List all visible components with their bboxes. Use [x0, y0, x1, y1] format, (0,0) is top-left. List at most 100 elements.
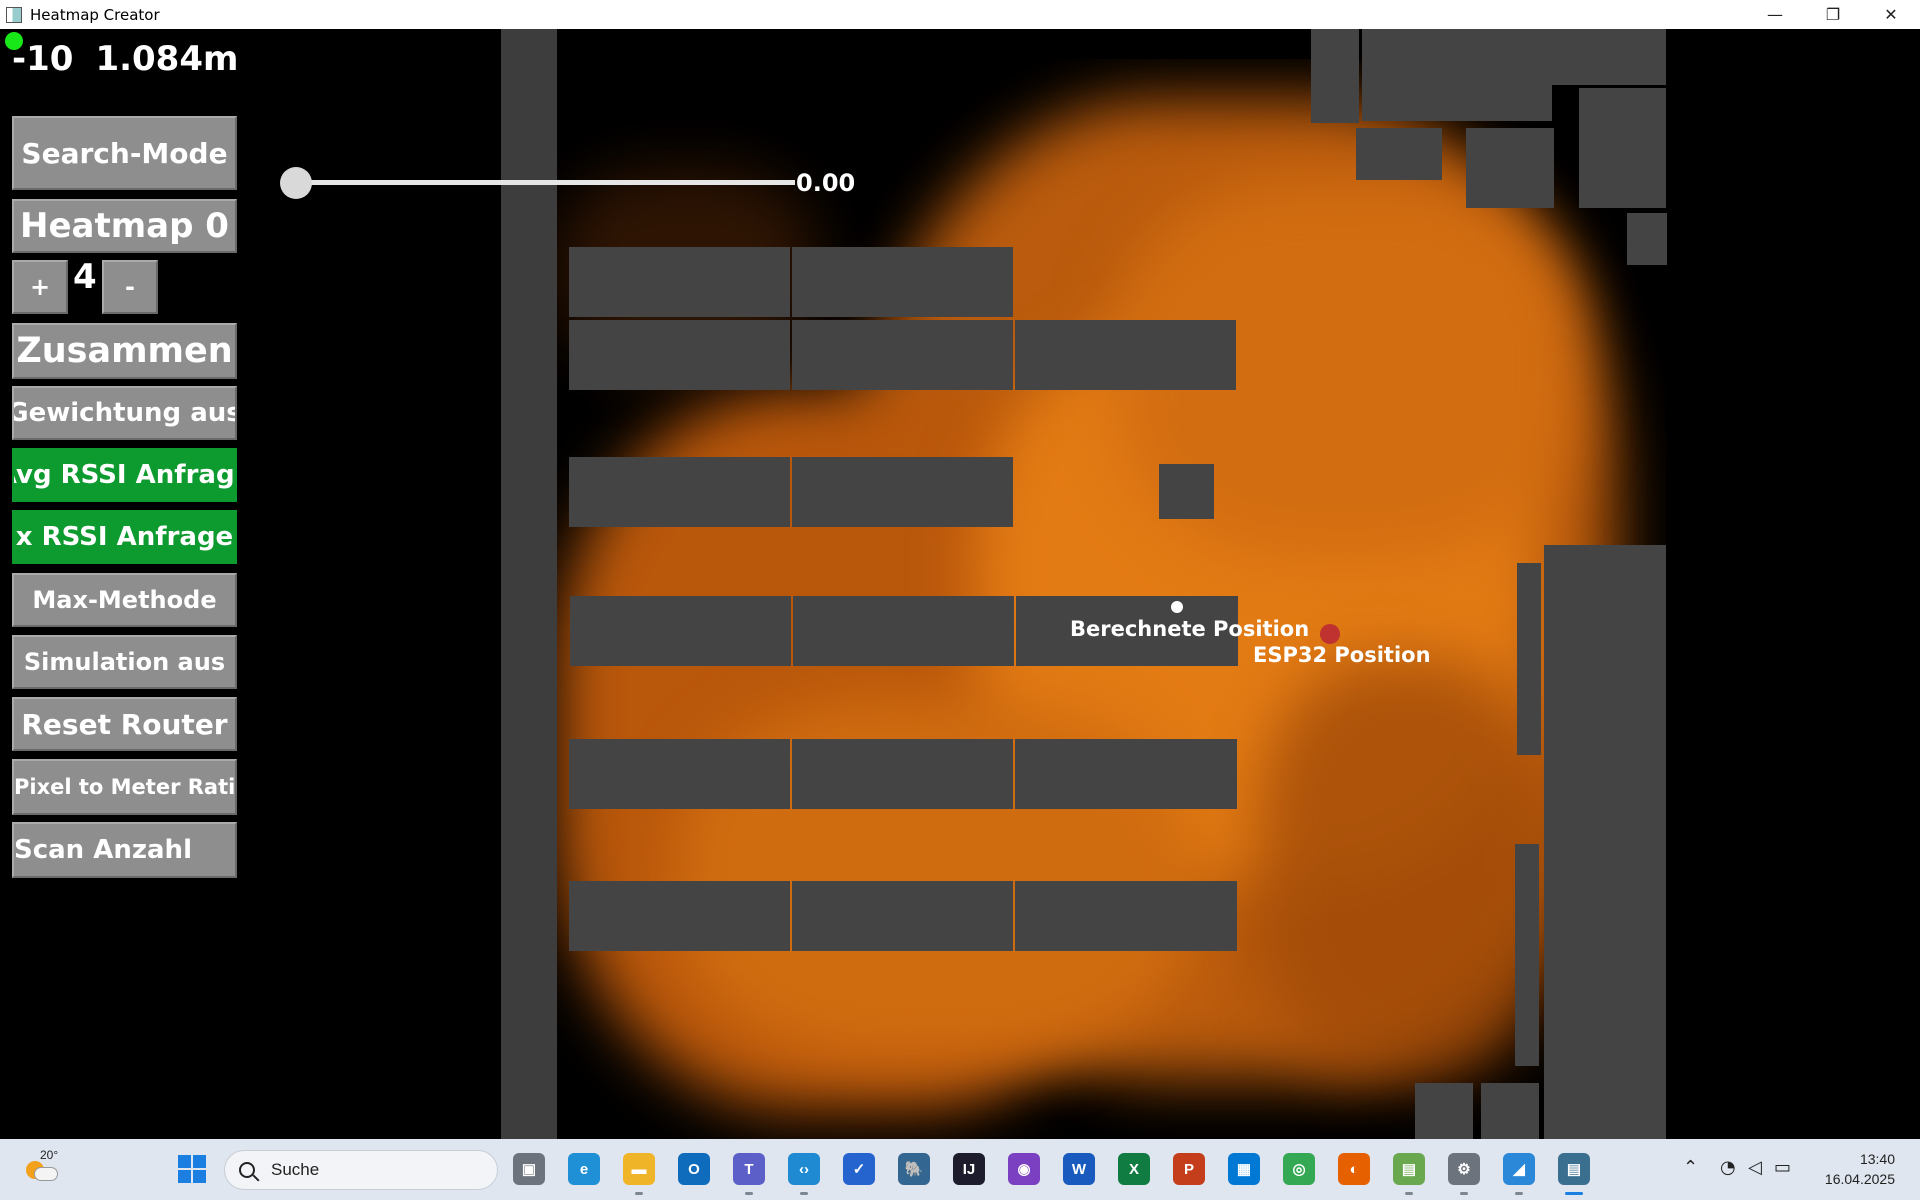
shelf [792, 457, 1013, 527]
shelf [569, 320, 790, 390]
weather-temperature: 20° [40, 1148, 59, 1162]
zusammen-button[interactable]: Zusammen [12, 323, 237, 379]
search-icon [239, 1162, 255, 1178]
close-button[interactable]: ✕ [1862, 0, 1920, 29]
excel-icon[interactable]: X [1118, 1153, 1150, 1185]
running-indicator [1565, 1192, 1583, 1195]
gewichtung-button[interactable]: Gewichtung aus [12, 386, 237, 440]
slider-handle[interactable] [280, 167, 312, 199]
shelf [569, 457, 790, 527]
search-mode-button[interactable]: Search-Mode [12, 116, 237, 190]
taskbar-clock[interactable]: 13:40 16.04.2025 [1825, 1149, 1895, 1189]
github-desktop-icon[interactable]: ◉ [1008, 1153, 1040, 1185]
running-indicator [1405, 1192, 1413, 1195]
esp32-position-label: ESP32 Position [1253, 643, 1431, 667]
room-block [1356, 128, 1442, 180]
scan-anzahl-button[interactable]: Scan Anzahl [12, 822, 237, 878]
file-explorer-icon[interactable]: ▬ [623, 1153, 655, 1185]
app-icon [6, 6, 22, 23]
clock-time: 13:40 [1859, 1151, 1895, 1167]
reset-router-button[interactable]: Reset Router [12, 697, 237, 751]
shelf [569, 739, 790, 809]
computed-position-label: Berechnete Position [1070, 617, 1310, 641]
taskbar-search-input[interactable]: Suche [224, 1150, 498, 1190]
battery-icon[interactable]: ▭ [1774, 1157, 1791, 1178]
column [1515, 844, 1539, 1066]
show-hidden-icons-icon[interactable]: ⌃ [1683, 1157, 1698, 1178]
firefox-icon[interactable]: ◐ [1338, 1153, 1370, 1185]
shelf [793, 596, 1014, 666]
teams-icon[interactable]: T [733, 1153, 765, 1185]
windows-start-icon[interactable] [178, 1155, 206, 1183]
x-rssi-button[interactable]: x RSSI Anfrage [12, 510, 237, 564]
running-indicator [745, 1192, 753, 1195]
shelf [792, 881, 1013, 951]
shelf [1015, 881, 1237, 951]
running-indicator [635, 1192, 643, 1195]
shelf [569, 881, 790, 951]
shelf [792, 247, 1013, 317]
vscode-icon[interactable]: ‹› [788, 1153, 820, 1185]
window-title: Heatmap Creator [30, 5, 160, 24]
room-block [1466, 128, 1554, 208]
room-block [1415, 1083, 1473, 1139]
photo-editor-icon[interactable]: ◢ [1503, 1153, 1535, 1185]
volume-icon[interactable]: ◁ [1748, 1157, 1762, 1178]
heatmap-creator-icon[interactable]: ▤ [1558, 1153, 1590, 1185]
intellij-icon[interactable]: IJ [953, 1153, 985, 1185]
esp32-position-marker [1320, 624, 1340, 644]
slider-track[interactable] [295, 180, 795, 185]
room-block [1362, 29, 1552, 121]
task-view-icon[interactable]: ▣ [513, 1153, 545, 1185]
map-app-icon[interactable]: ▤ [1393, 1153, 1425, 1185]
shelf [792, 320, 1013, 390]
wifi-icon[interactable]: ◔ [1720, 1157, 1736, 1178]
computed-position-marker [1171, 601, 1183, 613]
slider-value: 0.00 [796, 169, 856, 197]
decrement-button[interactable]: - [102, 260, 158, 314]
increment-button[interactable]: + [12, 260, 68, 314]
window-controls: — ❐ ✕ [1746, 0, 1920, 29]
chrome-icon[interactable]: ◎ [1283, 1153, 1315, 1185]
avg-rssi-button[interactable]: Avg RSSI Anfrage [12, 448, 237, 502]
pixel-ratio-button[interactable]: Pixel to Meter Ratio [12, 759, 237, 815]
title-bar: Heatmap Creator — ❐ ✕ [0, 0, 1920, 29]
count-value: 4 [73, 257, 97, 297]
shelf [569, 247, 790, 317]
word-icon[interactable]: W [1063, 1153, 1095, 1185]
shelf [570, 596, 791, 666]
room-block [1579, 88, 1666, 208]
edge-icon[interactable]: e [568, 1153, 600, 1185]
minimize-button[interactable]: — [1746, 0, 1804, 29]
max-methode-button[interactable]: Max-Methode [12, 573, 237, 627]
room-block [1481, 1083, 1539, 1139]
simulation-button[interactable]: Simulation aus [12, 635, 237, 689]
pillar [1159, 464, 1214, 519]
running-indicator [800, 1192, 808, 1195]
room-block [1627, 213, 1667, 265]
outlook-icon[interactable]: O [678, 1153, 710, 1185]
wall-right [1544, 545, 1666, 1139]
company-portal-icon[interactable]: ▦ [1228, 1153, 1260, 1185]
todo-icon[interactable]: ✓ [843, 1153, 875, 1185]
room-block [1311, 29, 1359, 123]
column [1517, 563, 1541, 755]
distance-value: 1.084m [95, 39, 239, 79]
rssi-value: -10 [12, 39, 74, 79]
shelf [1015, 739, 1237, 809]
running-indicator [1515, 1192, 1523, 1195]
running-indicator [1460, 1192, 1468, 1195]
heatmap-button[interactable]: Heatmap 0 [12, 199, 237, 253]
clock-date: 16.04.2025 [1824, 1171, 1895, 1187]
search-placeholder: Suche [271, 1160, 320, 1179]
map-canvas[interactable]: Berechnete Position ESP32 Position -10 1.… [0, 29, 1920, 1139]
powerpoint-icon[interactable]: P [1173, 1153, 1205, 1185]
wall-left [501, 29, 557, 1139]
taskbar: 20° Suche ▣ e ▬ O T ‹› ✓ 🐘 IJ ◉ W X P ▦ ◎ ◐ ▤ ⚙ ◢ ▤ ⌃ ◔ ◁ ▭… [0, 1139, 1920, 1200]
pgadmin-icon[interactable]: 🐘 [898, 1153, 930, 1185]
settings-icon[interactable]: ⚙ [1448, 1153, 1480, 1185]
shelf [1015, 320, 1236, 390]
signal-readout: -10 1.084m [12, 39, 260, 79]
shelf [792, 739, 1013, 809]
restore-button[interactable]: ❐ [1804, 0, 1862, 29]
